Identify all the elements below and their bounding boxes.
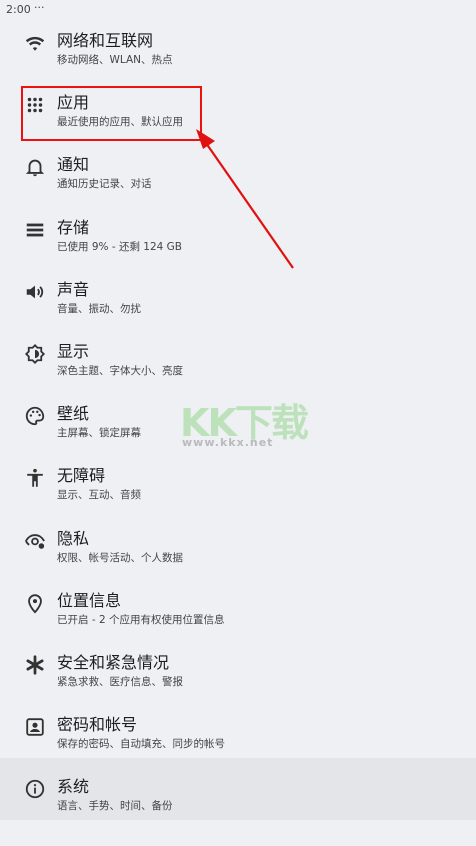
- settings-item-safety[interactable]: 安全和紧急情况 紧急求救、医疗信息、警报: [0, 634, 476, 696]
- settings-item-title: 存储: [57, 217, 90, 237]
- settings-item-passwords-accounts[interactable]: 密码和帐号 保存的密码、自动填充、同步的帐号: [0, 696, 476, 758]
- account-box-icon: [24, 716, 46, 738]
- accessibility-icon: [24, 467, 46, 489]
- settings-item-summary: 已使用 9% - 还剩 124 GB: [57, 240, 183, 253]
- settings-item-summary: 保存的密码、自动填充、同步的帐号: [57, 738, 225, 751]
- settings-item-title: 通知: [57, 155, 90, 175]
- eye-icon: [24, 530, 46, 552]
- settings-item-system[interactable]: 系统 语言、手势、时间、备份: [0, 758, 476, 821]
- settings-item-summary: 音量、振动、勿扰: [57, 302, 141, 315]
- location-pin-icon: [24, 592, 46, 614]
- settings-item-display[interactable]: 显示 深色主题、字体大小、亮度: [0, 323, 476, 385]
- watermark-logo: KK下载 www.kkx.net: [180, 392, 310, 462]
- bell-icon: [24, 156, 46, 178]
- asterisk-icon: [24, 654, 46, 676]
- settings-item-sound[interactable]: 声音 音量、振动、勿扰: [0, 261, 476, 323]
- settings-item-summary: 显示、互动、音频: [57, 489, 141, 502]
- settings-item-summary: 语言、手势、时间、备份: [57, 800, 173, 813]
- settings-item-summary: 权限、帐号活动、个人数据: [57, 551, 183, 564]
- volume-icon: [24, 281, 46, 303]
- storage-icon: [24, 219, 46, 241]
- settings-item-title: 系统: [57, 777, 90, 797]
- info-icon: [24, 778, 46, 800]
- settings-item-title: 隐私: [57, 528, 90, 548]
- settings-item-title: 壁纸: [57, 404, 90, 424]
- wifi-icon: [24, 32, 46, 54]
- brightness-icon: [24, 343, 46, 365]
- settings-item-title: 声音: [57, 279, 90, 299]
- settings-item-summary: 移动网络、WLAN、热点: [57, 54, 173, 66]
- settings-item-title: 安全和紧急情况: [57, 652, 170, 672]
- settings-item-network[interactable]: 网络和互联网 移动网络、WLAN、热点: [0, 12, 476, 74]
- settings-item-location[interactable]: 位置信息 已开启 - 2 个应用有权使用位置信息: [0, 572, 476, 634]
- watermark-url: www.kkx.net: [182, 436, 274, 449]
- annotation-highlight-box: [21, 86, 202, 141]
- settings-item-title: 位置信息: [57, 590, 122, 610]
- settings-item-title: 网络和互联网: [57, 31, 154, 50]
- settings-item-notifications[interactable]: 通知 通知历史记录、对话: [0, 136, 476, 198]
- settings-item-summary: 紧急求救、医疗信息、警报: [57, 675, 183, 688]
- settings-item-summary: 主屏幕、锁定屏幕: [57, 427, 141, 440]
- settings-item-summary: 通知历史记录、对话: [57, 178, 152, 191]
- settings-item-title: 显示: [57, 341, 90, 361]
- settings-item-summary: 已开启 - 2 个应用有权使用位置信息: [57, 613, 225, 626]
- settings-item-privacy[interactable]: 隐私 权限、帐号活动、个人数据: [0, 510, 476, 572]
- palette-icon: [24, 405, 46, 427]
- settings-item-summary: 深色主题、字体大小、亮度: [57, 364, 183, 377]
- settings-item-title: 密码和帐号: [57, 715, 138, 735]
- settings-item-title: 无障碍: [57, 466, 106, 486]
- settings-item-storage[interactable]: 存储 已使用 9% - 还剩 124 GB: [0, 199, 476, 261]
